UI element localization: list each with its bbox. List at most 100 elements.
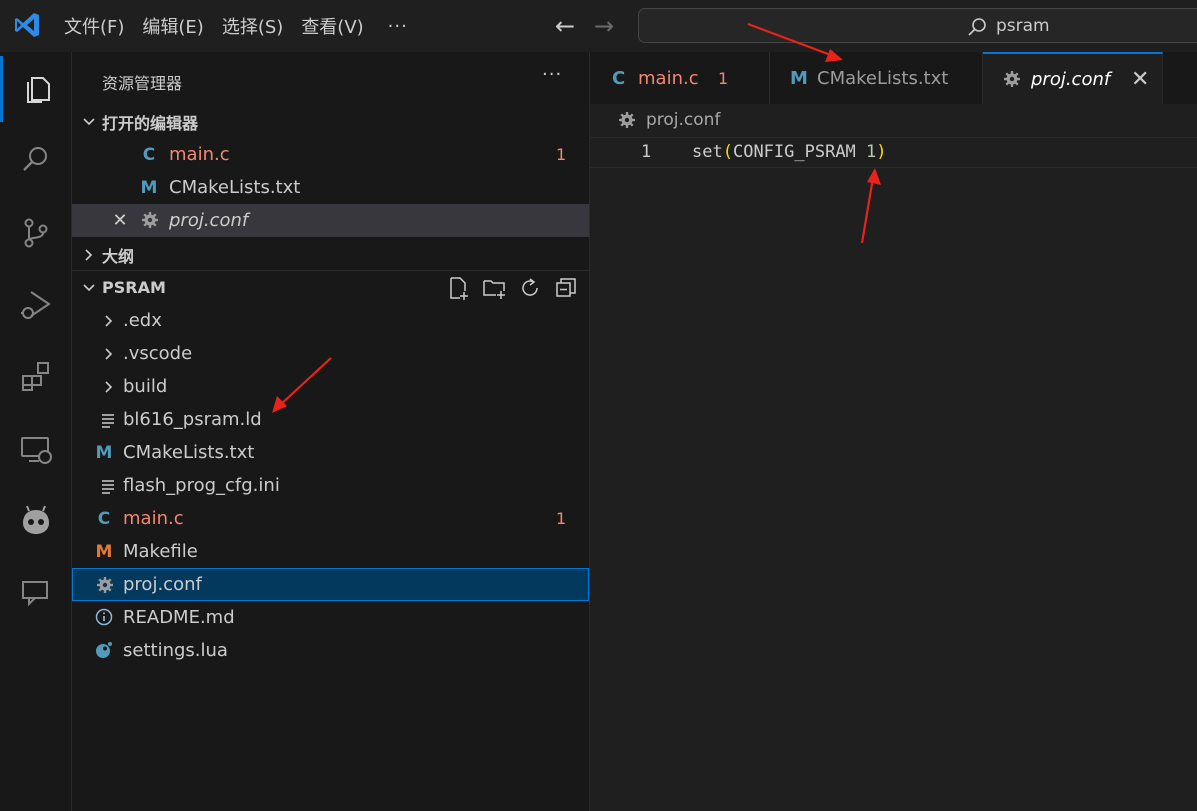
open-editors-header[interactable]: 打开的编辑器 [72,105,589,138]
open-editor-label: main.c [169,144,230,165]
tab-proj-conf[interactable]: proj.conf ✕ [983,52,1163,104]
tree-item-label: .vscode [123,343,193,364]
explorer-actions [446,271,578,304]
close-icon[interactable]: ✕ [1131,67,1149,92]
gear-icon [1004,71,1020,87]
tab-cmakelists[interactable]: M CMakeLists.txt [770,52,983,104]
tree-item-label: proj.conf [123,574,202,595]
platformio-icon[interactable] [0,488,72,554]
tree-item-label: flash_prog_cfg.ini [123,475,280,496]
editor-tabs: C main.c 1 M CMakeLists.txt proj.conf ✕ [590,52,1197,104]
chevron-right-icon [105,380,113,393]
back-arrow-icon[interactable]: ← [555,12,575,40]
tree-file[interactable]: M Makefile [72,535,589,568]
chevron-down-icon [83,283,95,291]
c-file-icon: C [142,144,156,165]
breadcrumb[interactable]: proj.conf [618,110,720,130]
new-file-icon[interactable] [446,276,470,300]
tree-item-label: settings.lua [123,640,228,661]
info-icon [95,608,113,626]
close-icon[interactable]: ✕ [110,210,130,231]
breadcrumb-file: proj.conf [646,110,721,130]
explorer-icon[interactable] [0,56,72,122]
code-paren-close: ) [876,142,887,162]
vscode-logo-icon[interactable] [12,10,42,40]
forward-arrow-icon[interactable]: → [594,12,614,40]
sidebar-title: 资源管理器 [102,74,183,93]
tree-file[interactable]: settings.lua [72,634,589,667]
tree-file-selected[interactable]: proj.conf [72,568,589,601]
gear-icon [142,212,158,228]
current-line-highlight [590,137,1197,168]
source-control-icon[interactable] [0,200,72,266]
tab-label: proj.conf [1031,68,1111,90]
chevron-right-icon [105,314,113,327]
menu-edit[interactable]: 编辑(E) [136,0,209,52]
gear-icon [619,112,635,128]
code-function: set [692,142,723,162]
tree-item-label: CMakeLists.txt [123,442,255,463]
tree-item-label: README.md [123,607,235,628]
gear-icon [97,577,113,593]
chevron-right-icon [105,347,113,360]
tree-file[interactable]: flash_prog_cfg.ini [72,469,589,502]
outline-header[interactable]: 大纲 [72,238,589,271]
code-number: 1 [866,142,877,162]
collapse-all-icon[interactable] [554,276,578,300]
code-argument: CONFIG_PSRAM [732,142,867,162]
open-editor-item[interactable]: ✕ proj.conf [72,204,589,237]
search-icon[interactable] [0,126,72,192]
menu-more[interactable]: ··· [382,0,414,52]
chat-icon[interactable] [0,560,72,626]
tree-item-label: build [123,376,168,397]
problem-badge: 1 [556,509,567,528]
open-editor-item[interactable]: M CMakeLists.txt [72,171,589,204]
tree-file[interactable]: bl616_psram.ld [72,403,589,436]
menu-file[interactable]: 文件(F) [58,0,130,52]
menu-bar: 文件(F) 编辑(E) 选择(S) 查看(V) ··· [58,0,414,52]
tab-main-c[interactable]: C main.c 1 [590,52,770,104]
run-debug-icon[interactable] [0,272,72,338]
activity-bar [0,52,72,811]
tree-file[interactable]: M CMakeLists.txt [72,436,589,469]
makefile-icon: M [95,541,113,562]
c-file-icon: C [97,508,111,529]
chevron-right-icon [85,248,93,261]
sidebar-more-button[interactable]: ··· [542,64,562,85]
tree-file[interactable]: C main.c 1 [72,502,589,535]
open-editor-item[interactable]: C main.c 1 [72,138,589,171]
command-center-search[interactable]: psram [638,8,1197,43]
project-header[interactable]: PSRAM [72,271,589,304]
tree-file[interactable]: README.md [72,601,589,634]
new-folder-icon[interactable] [482,276,506,300]
tree-item-label: Makefile [123,541,198,562]
code-line[interactable]: set(CONFIG_PSRAM 1) [692,142,887,162]
tree-folder[interactable]: .vscode [72,337,589,370]
outline-label: 大纲 [102,246,135,266]
tree-folder[interactable]: build [72,370,589,403]
cmake-file-icon: M [95,442,113,463]
open-editor-label: proj.conf [169,210,249,231]
cmake-file-icon: M [790,67,808,89]
search-icon [968,18,986,36]
tree-item-label: bl616_psram.ld [123,409,262,430]
menu-view[interactable]: 查看(V) [295,0,369,52]
text-file-icon [102,414,114,428]
refresh-icon[interactable] [518,276,542,300]
tab-label: CMakeLists.txt [817,67,949,89]
search-query: psram [996,16,1050,36]
extensions-icon[interactable] [0,344,72,410]
problem-badge: 1 [556,145,567,164]
menu-selection[interactable]: 选择(S) [216,0,289,52]
remote-explorer-icon[interactable] [0,416,72,482]
title-bar: 文件(F) 编辑(E) 选择(S) 查看(V) ··· ← → psram [0,0,1197,52]
open-editor-label: CMakeLists.txt [169,177,301,198]
annotation-arrow [860,168,881,244]
c-file-icon: C [612,67,626,89]
cmake-file-icon: M [140,177,158,198]
open-editors-label: 打开的编辑器 [102,113,199,133]
problem-badge: 1 [718,68,729,88]
tab-label: main.c [638,67,699,89]
tree-folder[interactable]: .edx [72,304,589,337]
code-paren-open: ( [722,142,733,162]
